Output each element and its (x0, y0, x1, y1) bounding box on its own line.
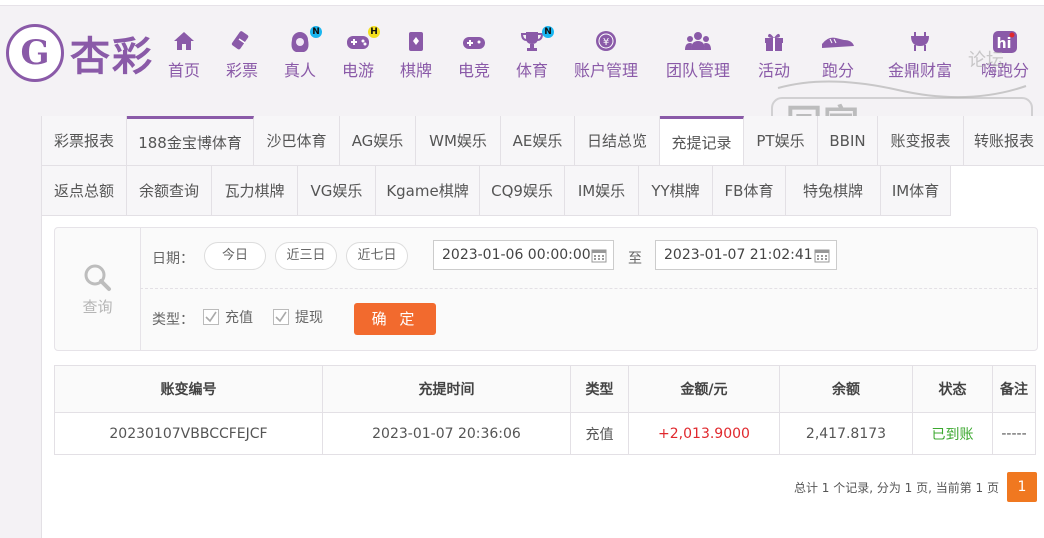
tab-pt[interactable]: PT娱乐 (744, 116, 818, 165)
table-row: 20230107VBBCCFEJCF 2023-01-07 20:36:06 充… (54, 412, 1036, 455)
date-row: 日期： 今日 近三日 近七日 2023-01-06 00:00:00 至 202… (140, 228, 1037, 289)
tab-kgame[interactable]: Kgame棋牌 (376, 166, 480, 215)
watermark-sub: 论坛 (968, 50, 1004, 71)
new-badge: N (542, 26, 554, 38)
col-transaction-id: 账变编号 (54, 365, 323, 413)
last-three-days-button[interactable]: 近三日 (275, 242, 337, 270)
calendar-icon (591, 249, 607, 263)
nav-item-team[interactable]: 团队管理 (664, 30, 732, 81)
cell-time: 2023-01-07 20:36:06 (322, 412, 571, 455)
cell-transaction-id: 20230107VBBCCFEJCF (54, 412, 323, 455)
svg-text:¥: ¥ (603, 37, 609, 48)
team-icon (664, 30, 732, 52)
nav-item-lottery[interactable]: 彩票 (224, 30, 260, 81)
hot-badge: H (368, 26, 380, 38)
ticket-icon (224, 30, 260, 52)
top-border (0, 0, 1044, 6)
checkmark-icon (273, 309, 289, 325)
to-label: 至 (628, 251, 642, 267)
ding-cauldron-icon (886, 30, 954, 52)
dealer-icon: N (282, 26, 322, 52)
nav-item-paofen[interactable]: 跑分 (814, 30, 862, 81)
tab-lottery-report[interactable]: 彩票报表 (42, 116, 127, 165)
col-amount: 金额/元 (628, 365, 780, 413)
query-label: 查询 (82, 298, 113, 316)
tab-saba[interactable]: 沙巴体育 (254, 116, 340, 165)
gamepad-icon: H (340, 26, 380, 52)
deposit-checkbox[interactable]: 充值 (203, 307, 253, 327)
calendar-icon (814, 249, 830, 263)
tab-row-1: 彩票报表 188金宝博体育 沙巴体育 AG娱乐 WM娱乐 AE娱乐 日结总览 充… (42, 116, 1044, 166)
tab-wm[interactable]: WM娱乐 (416, 116, 501, 165)
nav-item-activity[interactable]: 活动 (756, 30, 792, 81)
tab-deposit-withdraw-records[interactable]: 充提记录 (660, 116, 744, 165)
yen-coin-icon: ¥ (572, 30, 640, 52)
cell-type: 充值 (570, 412, 629, 455)
tab-account-change[interactable]: 账变报表 (878, 116, 964, 165)
tab-ae[interactable]: AE娱乐 (501, 116, 575, 165)
page-button-current[interactable]: 1 (1007, 472, 1037, 502)
pagination-summary: 总计 1 个记录, 分为 1 页, 当前第 1 页 (793, 480, 999, 495)
nav-item-home[interactable]: 首页 (166, 30, 202, 81)
end-date-input[interactable]: 2023-01-07 21:02:41 (655, 240, 837, 270)
confirm-button[interactable]: 确 定 (354, 303, 436, 335)
nav-item-live[interactable]: N 真人 (282, 26, 322, 81)
checkmark-icon (203, 309, 219, 325)
home-icon (166, 30, 202, 52)
tab-row-2: 返点总额 余额查询 瓦力棋牌 VG娱乐 Kgame棋牌 CQ9娱乐 IM娱乐 Y… (42, 166, 951, 216)
tab-transfer-report[interactable]: 转账报表 (964, 116, 1044, 165)
tab-vg[interactable]: VG娱乐 (298, 166, 376, 215)
cell-balance: 2,417.8173 (779, 412, 913, 455)
nav-item-esports[interactable]: 电竞 (456, 30, 492, 81)
start-date-input[interactable]: 2023-01-06 00:00:00 (433, 240, 614, 270)
cell-note: ----- (992, 412, 1036, 455)
tab-wali[interactable]: 瓦力棋牌 (212, 166, 298, 215)
content-card: 彩票报表 188金宝博体育 沙巴体育 AG娱乐 WM娱乐 AE娱乐 日结总览 充… (41, 116, 1044, 538)
withdraw-checkbox[interactable]: 提现 (273, 307, 323, 327)
tab-daily-overview[interactable]: 日结总览 (575, 116, 660, 165)
tab-cq9[interactable]: CQ9娱乐 (480, 166, 565, 215)
col-time: 充提时间 (322, 365, 571, 413)
pagination: 总计 1 个记录, 分为 1 页, 当前第 1 页 1 (794, 472, 1037, 502)
nav-item-jinding[interactable]: 金鼎财富 (886, 30, 954, 81)
tab-im-sports[interactable]: IM体育 (881, 166, 951, 215)
search-icon (84, 264, 111, 291)
filter-panel: 查询 日期： 今日 近三日 近七日 2023-01-06 00:00:00 至 … (54, 227, 1038, 351)
new-badge: N (310, 26, 322, 38)
tab-188[interactable]: 188金宝博体育 (127, 116, 254, 165)
nav-item-chess[interactable]: 棋牌 (398, 30, 434, 81)
col-status: 状态 (912, 365, 993, 413)
cell-status: 已到账 (912, 412, 993, 455)
today-button[interactable]: 今日 (204, 242, 266, 270)
esports-gamepad-icon (456, 30, 492, 52)
trophy-icon: N (514, 26, 554, 52)
tab-im-entertainment[interactable]: IM娱乐 (565, 166, 639, 215)
col-balance: 余额 (779, 365, 913, 413)
tab-fb[interactable]: FB体育 (713, 166, 786, 215)
col-note: 备注 (992, 365, 1036, 413)
nav-item-sports[interactable]: N 体育 (514, 26, 554, 81)
nav-item-slots[interactable]: H 电游 (340, 26, 380, 81)
running-shoe-icon (814, 30, 862, 52)
site-logo[interactable]: G 杏彩 (6, 24, 154, 82)
tab-balance-query[interactable]: 余额查询 (127, 166, 212, 215)
query-button[interactable]: 查询 (55, 228, 141, 350)
gift-icon (756, 30, 792, 52)
type-label: 类型： (152, 312, 194, 328)
cell-amount: +2,013.9000 (628, 412, 780, 455)
tab-yy[interactable]: YY棋牌 (639, 166, 713, 215)
col-type: 类型 (570, 365, 629, 413)
table-header-row: 账变编号 充提时间 类型 金额/元 余额 状态 备注 (54, 365, 1036, 413)
logo-text: 杏彩 (70, 33, 154, 80)
last-seven-days-button[interactable]: 近七日 (346, 242, 408, 270)
tab-rebate-total[interactable]: 返点总额 (42, 166, 127, 215)
tab-ag[interactable]: AG娱乐 (340, 116, 416, 165)
tab-bbin[interactable]: BBIN (818, 116, 878, 165)
cards-icon (398, 30, 434, 52)
tab-tetu[interactable]: 特兔棋牌 (786, 166, 881, 215)
nav-item-account[interactable]: ¥ 账户管理 (572, 30, 640, 81)
records-table: 账变编号 充提时间 类型 金额/元 余额 状态 备注 20230107VBBCC… (54, 365, 1036, 455)
logo-emblem-icon: G (6, 24, 64, 82)
date-label: 日期： (152, 251, 194, 267)
